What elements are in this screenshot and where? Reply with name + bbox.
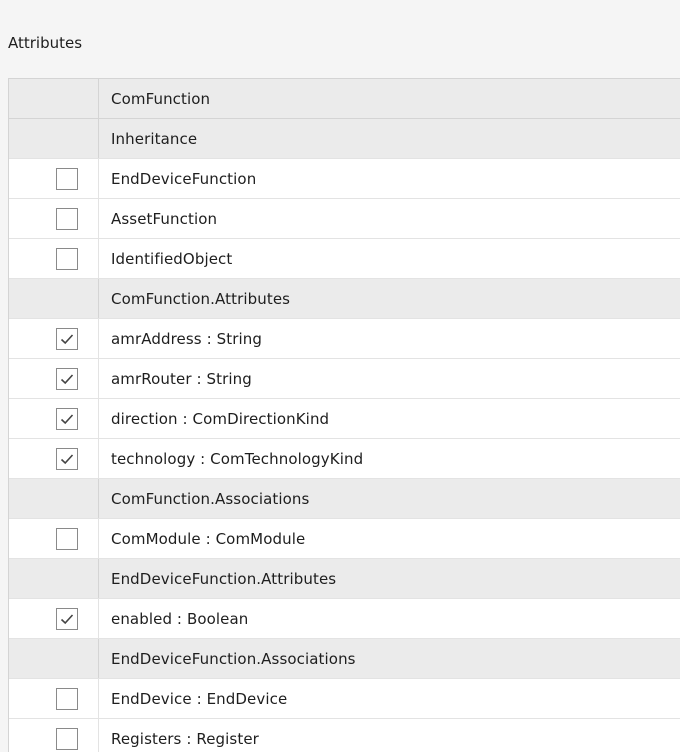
group-label: ComFunction.Attributes (111, 289, 291, 308)
include-checkbox[interactable] (56, 368, 78, 390)
attribute-row[interactable]: ComModule : ComModule (9, 519, 680, 559)
group-header-row: EndDeviceFunction.Associations (9, 639, 680, 679)
group-label: Inheritance (111, 129, 198, 148)
check-column-cell (9, 679, 99, 718)
attribute-row[interactable]: direction : ComDirectionKind (9, 399, 680, 439)
header-class-name: ComFunction (111, 89, 211, 108)
check-column-cell (9, 319, 99, 358)
attribute-row[interactable]: Registers : Register (9, 719, 680, 752)
header-check-column (9, 79, 99, 118)
check-column-cell (9, 639, 99, 678)
checkmark-icon (60, 414, 74, 425)
panel-title: Attributes (8, 34, 83, 52)
group-header-row: EndDeviceFunction.Attributes (9, 559, 680, 599)
check-column-cell (9, 199, 99, 238)
include-checkbox[interactable] (56, 608, 78, 630)
attribute-label: technology : ComTechnologyKind (111, 449, 364, 468)
include-checkbox[interactable] (56, 248, 78, 270)
attribute-row[interactable]: EndDeviceFunction (9, 159, 680, 199)
check-column-cell (9, 119, 99, 158)
attribute-label: EndDevice : EndDevice (111, 689, 288, 708)
include-checkbox[interactable] (56, 168, 78, 190)
attribute-label: amrRouter : String (111, 369, 252, 388)
check-column-cell (9, 719, 99, 752)
include-checkbox[interactable] (56, 728, 78, 750)
attribute-row[interactable]: amrAddress : String (9, 319, 680, 359)
checkmark-icon (60, 454, 74, 465)
attribute-label: enabled : Boolean (111, 609, 249, 628)
group-label: EndDeviceFunction.Attributes (111, 569, 337, 588)
attribute-row[interactable]: EndDevice : EndDevice (9, 679, 680, 719)
attribute-row[interactable]: amrRouter : String (9, 359, 680, 399)
attribute-label: IdentifiedObject (111, 249, 233, 268)
group-header-row: Inheritance (9, 119, 680, 159)
include-checkbox[interactable] (56, 448, 78, 470)
group-label: EndDeviceFunction.Associations (111, 649, 356, 668)
attribute-label: EndDeviceFunction (111, 169, 257, 188)
include-checkbox[interactable] (56, 688, 78, 710)
check-column-cell (9, 599, 99, 638)
grid-rows: Inheritance EndDeviceFunction AssetFunctio… (9, 119, 680, 752)
check-column-cell (9, 279, 99, 318)
checkmark-icon (60, 374, 74, 385)
include-checkbox[interactable] (56, 528, 78, 550)
attribute-row[interactable]: technology : ComTechnologyKind (9, 439, 680, 479)
check-column-cell (9, 519, 99, 558)
check-column-cell (9, 439, 99, 478)
attribute-label: ComModule : ComModule (111, 529, 306, 548)
attribute-row[interactable]: IdentifiedObject (9, 239, 680, 279)
check-column-cell (9, 239, 99, 278)
group-header-row: ComFunction.Associations (9, 479, 680, 519)
check-column-cell (9, 479, 99, 518)
include-checkbox[interactable] (56, 408, 78, 430)
grid-header: ComFunction (9, 79, 680, 119)
check-column-cell (9, 559, 99, 598)
checkmark-icon (60, 614, 74, 625)
attribute-label: AssetFunction (111, 209, 218, 228)
attribute-label: direction : ComDirectionKind (111, 409, 330, 428)
group-label: ComFunction.Associations (111, 489, 310, 508)
attribute-label: Registers : Register (111, 729, 259, 748)
include-checkbox[interactable] (56, 208, 78, 230)
attributes-grid: ComFunction Inheritance EndDeviceFunction… (8, 78, 680, 752)
checkmark-icon (60, 334, 74, 345)
attribute-row[interactable]: AssetFunction (9, 199, 680, 239)
check-column-cell (9, 399, 99, 438)
check-column-cell (9, 359, 99, 398)
attribute-label: amrAddress : String (111, 329, 262, 348)
attributes-panel: Attributes ComFunction Inheritance EndDev… (0, 0, 680, 752)
group-header-row: ComFunction.Attributes (9, 279, 680, 319)
check-column-cell (9, 159, 99, 198)
attribute-row[interactable]: enabled : Boolean (9, 599, 680, 639)
include-checkbox[interactable] (56, 328, 78, 350)
